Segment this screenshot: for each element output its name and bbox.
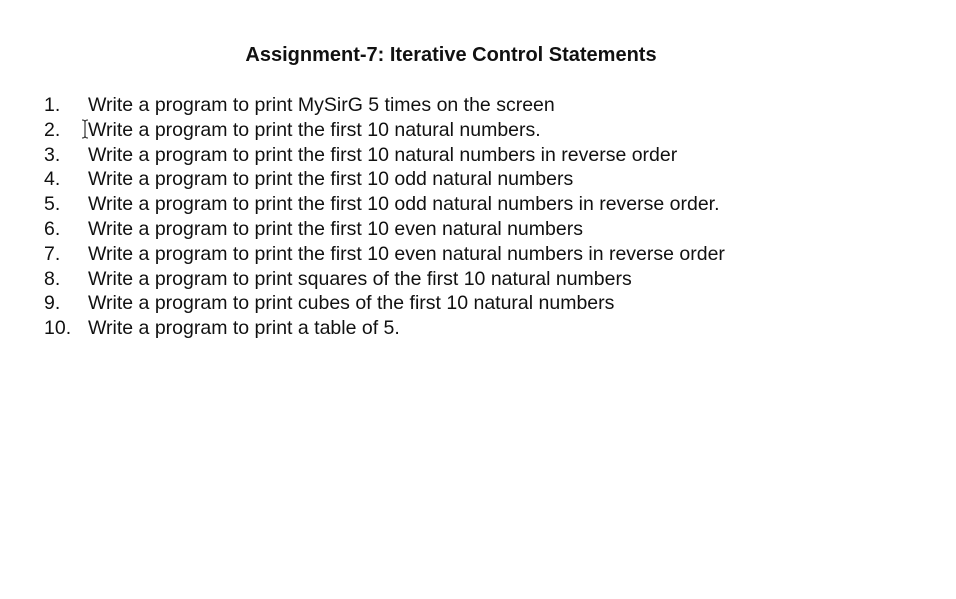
item-text: Write a program to print the first 10 ev… [88, 217, 583, 240]
item-text: Write a program to print the first 10 od… [88, 193, 720, 216]
list-item: 2. Write a program to print the first 10… [44, 118, 725, 143]
list-item: 9. Write a program to print cubes of the… [44, 291, 725, 316]
list-item: 1. Write a program to print MySirG 5 tim… [44, 93, 725, 118]
page-title: Assignment-7: Iterative Control Statemen… [245, 44, 657, 66]
item-number: 1. [44, 94, 61, 116]
list-item: 6. Write a program to print the first 10… [44, 217, 725, 242]
item-number: 10. [44, 317, 72, 340]
list-item: 5. Write a program to print the first 10… [44, 192, 725, 217]
list-item: 7. Write a program to print the first 10… [44, 242, 725, 267]
item-text: Write a program to print the first 10 na… [88, 143, 678, 166]
document-page: Assignment-7: Iterative Control Statemen… [0, 0, 956, 599]
list-item: 10. Write a program to print a table of … [44, 316, 725, 341]
list-item: 8. Write a program to print squares of t… [44, 267, 725, 292]
item-number: 7. [44, 242, 61, 265]
item-number: 6. [44, 217, 61, 240]
list-item: 3. Write a program to print the first 10… [44, 143, 725, 168]
text-cursor-icon [81, 119, 89, 139]
item-text: Write a program to print MySirG 5 times … [88, 94, 555, 116]
item-text: Write a program to print the first 10 od… [88, 168, 574, 191]
item-number: 3. [44, 143, 61, 166]
item-number: 9. [44, 292, 61, 315]
list-item: 4. Write a program to print the first 10… [44, 167, 725, 192]
item-text: Write a program to print the first 10 na… [88, 118, 541, 141]
item-number: 4. [44, 168, 61, 191]
item-text: Write a program to print squares of the … [88, 267, 632, 290]
item-number: 5. [44, 193, 61, 216]
item-text: Write a program to print cubes of the fi… [88, 292, 615, 315]
item-text: Write a program to print the first 10 ev… [88, 242, 725, 265]
item-number: 8. [44, 267, 61, 290]
item-text: Write a program to print a table of 5. [88, 317, 400, 340]
assignment-list: 1. Write a program to print MySirG 5 tim… [44, 93, 725, 341]
